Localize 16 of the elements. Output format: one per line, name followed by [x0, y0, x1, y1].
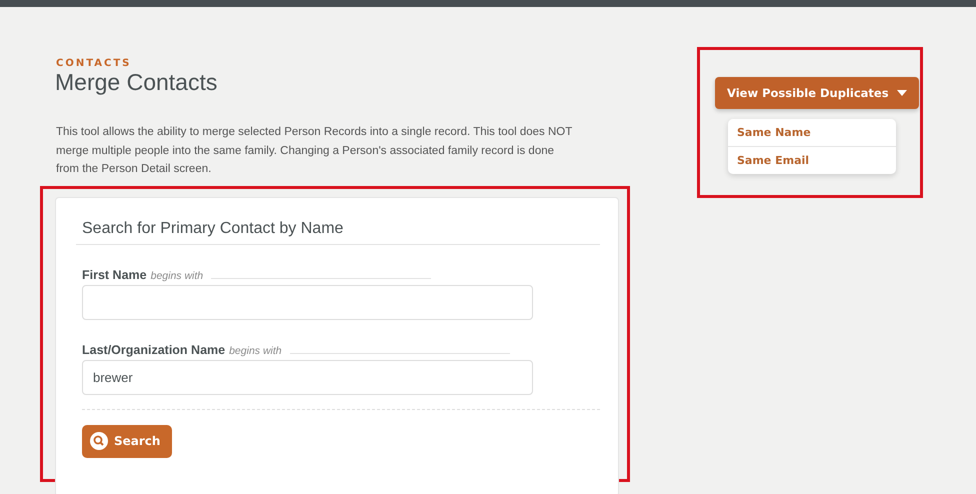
dropdown-button[interactable]: View Possible Duplicates — [715, 77, 919, 109]
page-title: Merge Contacts — [55, 69, 218, 96]
description-text: This tool allows the ability to merge selected Person Records into a single record. This tool does NOT merge multiple people into the same family. Changing a Person's associated family record is done from the Person Detail screen. — [56, 125, 574, 177]
section-label: CONTACTS — [56, 58, 132, 69]
caret-icon — [896, 90, 907, 96]
input-field[interactable] — [82, 284, 533, 320]
input-field[interactable]: brewer — [82, 360, 533, 394]
menu-item[interactable]: Same Name — [728, 119, 896, 146]
field-label: First Name — [82, 268, 147, 282]
field-hint: begins with — [229, 344, 282, 356]
field-hint: begins with — [150, 270, 204, 282]
card-title: Search for Primary Contact by Name — [76, 220, 600, 244]
search-button[interactable]: Search — [82, 424, 172, 458]
search-icon — [90, 432, 108, 450]
menu-item[interactable]: Same Email — [728, 146, 896, 174]
field-label: Last/Organization Name — [82, 342, 226, 356]
